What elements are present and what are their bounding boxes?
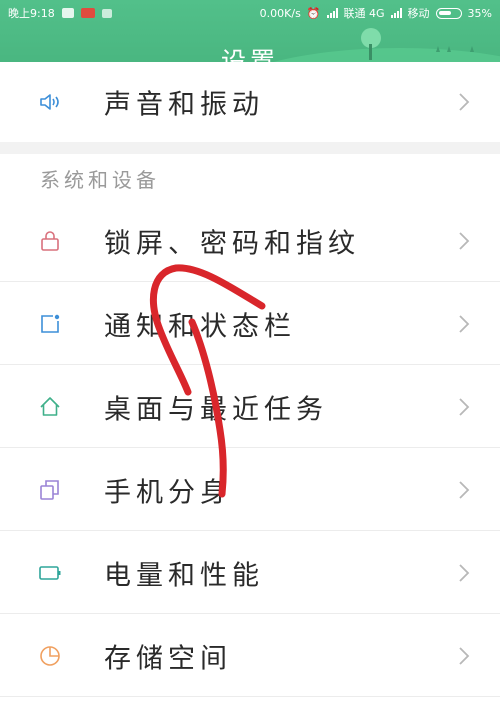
chevron-right-icon	[459, 564, 470, 582]
clone-icon	[40, 480, 59, 500]
battery-icon	[39, 566, 61, 580]
chevron-right-icon	[459, 232, 470, 250]
section-separator	[0, 142, 500, 154]
lock-icon	[41, 231, 59, 251]
settings-item-label: 声音和振动	[104, 89, 264, 121]
settings-item-label: 存储空间	[104, 643, 232, 675]
settings-item-label: 锁屏、密码和指纹	[104, 228, 360, 260]
settings-item-label: 手机分身	[104, 477, 232, 509]
settings-item-lockscreen[interactable]: 锁屏、密码和指纹	[0, 200, 500, 282]
battery-status-icon	[435, 7, 462, 19]
storage-pie-icon	[40, 646, 60, 666]
row-divider	[0, 364, 500, 365]
row-divider	[0, 281, 500, 282]
app-notification-icon	[80, 8, 95, 18]
settings-item-battery[interactable]: 电量和性能	[0, 532, 500, 614]
row-divider	[0, 696, 500, 697]
settings-item-app-clone[interactable]: 手机分身	[0, 449, 500, 531]
section-header: 系统和设备	[40, 168, 160, 192]
row-divider	[0, 447, 500, 448]
signal-icon-1	[326, 8, 338, 18]
row-divider	[0, 530, 500, 531]
network-speed: 0.00K/s	[259, 6, 301, 20]
settings-item-desktop[interactable]: 桌面与最近任务	[0, 366, 500, 448]
notification-icon	[41, 314, 60, 333]
chevron-right-icon	[459, 647, 470, 665]
home-icon	[40, 397, 60, 416]
settings-item-label: 电量和性能	[104, 560, 264, 592]
status-bar: 晚上9:18 0.00K/s ⏰ 联通 4G 移动 35%	[0, 0, 500, 26]
battery-percent: 35%	[467, 6, 492, 20]
chevron-right-icon	[459, 93, 470, 111]
settings-item-label: 桌面与最近任务	[104, 394, 328, 426]
alarm-icon: ⏰	[306, 6, 321, 20]
speaker-icon	[40, 94, 59, 110]
settings-item-notifications[interactable]: 通知和状态栏	[0, 283, 500, 365]
row-divider	[0, 613, 500, 614]
settings-item-label: 通知和状态栏	[104, 311, 296, 343]
qq-icon	[61, 8, 74, 18]
chevron-right-icon	[459, 315, 470, 333]
chevron-right-icon	[459, 398, 470, 416]
status-time: 晚上9:18	[8, 7, 55, 20]
message-icon	[101, 8, 112, 18]
settings-item-sound[interactable]: 声音和振动	[0, 62, 500, 142]
settings-item-storage[interactable]: 存储空间	[0, 615, 500, 697]
carrier-2: 移动	[407, 7, 430, 20]
signal-icon-2	[390, 8, 402, 18]
carrier-1: 联通 4G	[343, 7, 385, 20]
chevron-right-icon	[459, 481, 470, 499]
